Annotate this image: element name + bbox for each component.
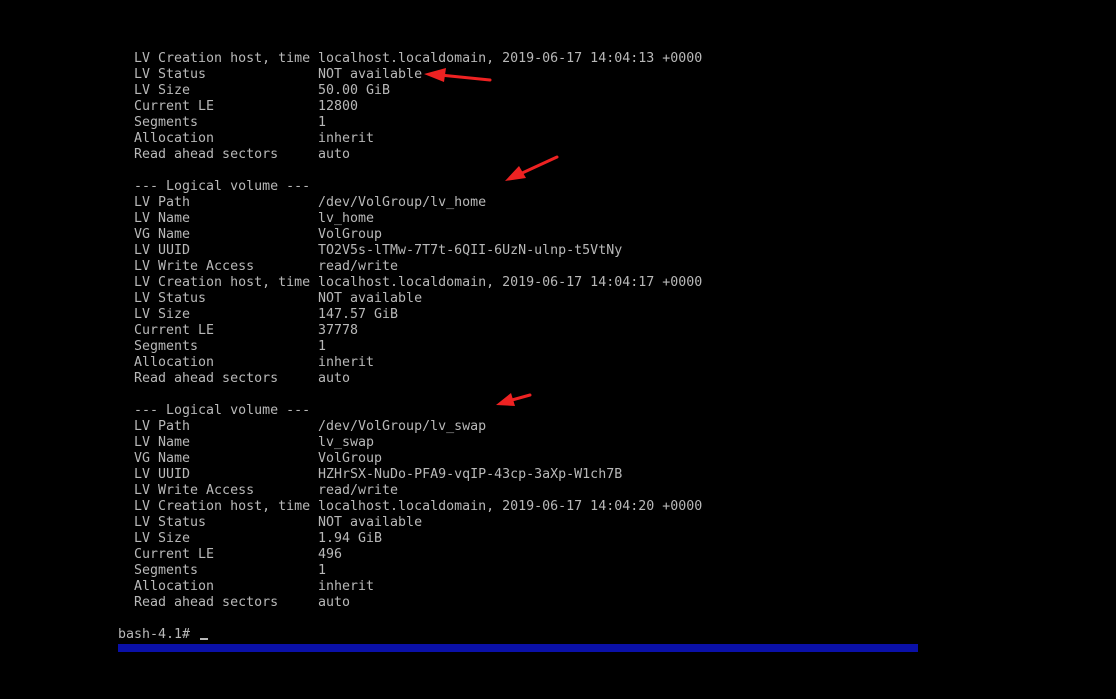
field-value: 37778: [318, 323, 359, 338]
field-key: Segments: [134, 115, 199, 130]
field-key: Allocation: [134, 579, 215, 594]
red-arrow-icon: [424, 68, 492, 82]
field-value: inherit: [318, 131, 375, 146]
field-key: LV UUID: [134, 467, 191, 482]
field-value: auto: [318, 371, 351, 386]
field-value: HZHrSX-NuDo-PFA9-vqIP-43cp-3aXp-W1ch7B: [318, 467, 623, 482]
field-key: LV Creation host, time: [134, 275, 311, 290]
field-key: Current LE: [134, 323, 215, 338]
field-value: NOT available: [318, 67, 423, 82]
field-key: VG Name: [134, 227, 191, 242]
field-value: read/write: [318, 259, 399, 274]
field-key: Read ahead sectors: [134, 595, 279, 610]
field-key: LV Path: [134, 419, 191, 434]
field-key: LV Size: [134, 531, 191, 546]
field-value: 1.94 GiB: [318, 531, 383, 546]
field-key: LV Write Access: [134, 483, 255, 498]
field-value: 496: [318, 547, 343, 562]
red-arrow-icon: [496, 393, 532, 406]
field-key: LV Status: [134, 291, 207, 306]
field-value: read/write: [318, 483, 399, 498]
field-key: VG Name: [134, 451, 191, 466]
shell-prompt-line[interactable]: bash-4.1#: [118, 627, 209, 643]
field-key: LV Status: [134, 515, 207, 530]
text-cursor: [200, 638, 209, 640]
field-value: /dev/VolGroup/lv_swap: [318, 419, 487, 434]
field-value: 50.00 GiB: [318, 83, 391, 98]
field-value: inherit: [318, 579, 375, 594]
field-value: auto: [318, 595, 351, 610]
terminal-screen[interactable]: LV Creation host, time localhost.localdom…: [0, 0, 1116, 699]
field-value: 147.57 GiB: [318, 307, 399, 322]
field-key: LV Name: [134, 435, 191, 450]
field-key: LV Name: [134, 211, 191, 226]
field-key: Allocation: [134, 355, 215, 370]
field-value: NOT available: [318, 515, 423, 530]
field-value: localhost.localdomain, 2019-06-17 14:04:…: [318, 51, 703, 66]
field-key: LV Creation host, time: [134, 499, 311, 514]
shell-prompt: bash-4.1#: [118, 627, 199, 642]
field-value: VolGroup: [318, 451, 383, 466]
field-key: Read ahead sectors: [134, 371, 279, 386]
field-value: lv_swap: [318, 435, 375, 450]
field-key: Allocation: [134, 131, 215, 146]
field-value: 1: [318, 563, 327, 578]
field-key: LV Write Access: [134, 259, 255, 274]
field-value: NOT available: [318, 291, 423, 306]
field-value: localhost.localdomain, 2019-06-17 14:04:…: [318, 499, 703, 514]
field-value: 1: [318, 339, 327, 354]
field-value: lv_home: [318, 211, 375, 226]
field-value: auto: [318, 147, 351, 162]
field-key: LV Status: [134, 67, 207, 82]
field-key: LV Path: [134, 195, 191, 210]
field-value: 12800: [318, 99, 359, 114]
field-key: Read ahead sectors: [134, 147, 279, 162]
field-key: LV Size: [134, 307, 191, 322]
field-key: LV Creation host, time: [134, 51, 311, 66]
field-key: Current LE: [134, 547, 215, 562]
field-value: VolGroup: [318, 227, 383, 242]
field-key: Current LE: [134, 99, 215, 114]
field-value: inherit: [318, 355, 375, 370]
volume-header: --- Logical volume ---: [134, 179, 311, 194]
field-key: LV UUID: [134, 243, 191, 258]
red-arrow-icon: [505, 155, 559, 181]
field-value: localhost.localdomain, 2019-06-17 14:04:…: [318, 275, 703, 290]
field-key: LV Size: [134, 83, 191, 98]
field-key: Segments: [134, 563, 199, 578]
field-value: TO2V5s-lTMw-7T7t-6QII-6UzN-ulnp-t5VtNy: [318, 243, 623, 258]
field-value: /dev/VolGroup/lv_home: [318, 195, 487, 210]
field-value: 1: [318, 115, 327, 130]
status-bar: [118, 644, 918, 652]
volume-header: --- Logical volume ---: [134, 403, 311, 418]
field-key: Segments: [134, 339, 199, 354]
